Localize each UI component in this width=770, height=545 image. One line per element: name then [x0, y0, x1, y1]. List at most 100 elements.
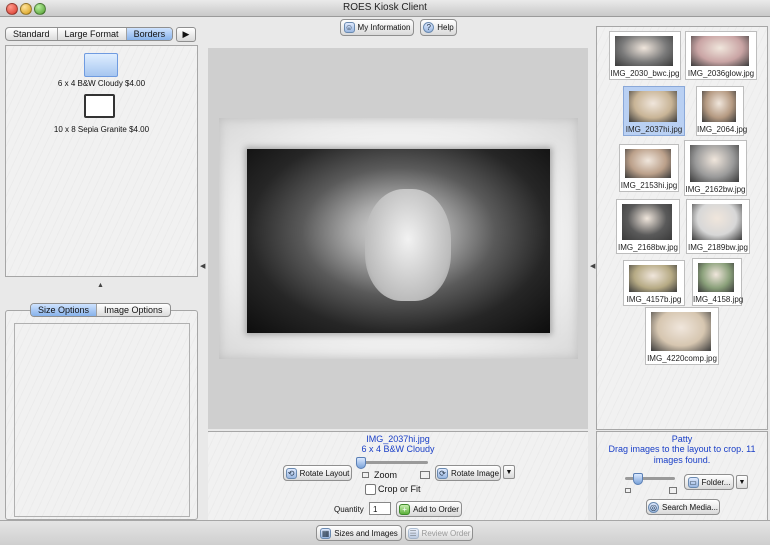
thumbnail-photo — [629, 265, 677, 292]
thumbnail[interactable]: IMG_4157b.jpg — [623, 260, 685, 306]
search-media-icon: ◎ — [647, 501, 659, 513]
print-border-frame — [219, 118, 578, 359]
sizes-and-images-button[interactable]: ▦ Sizes and Images — [316, 525, 402, 541]
thumbnail-photo — [615, 36, 673, 66]
thumbnail-caption: IMG_2162bw.jpg — [685, 185, 746, 194]
thumbnail[interactable]: IMG_4158.jpg — [692, 258, 744, 306]
portrait-face — [365, 189, 451, 301]
rotate-image-button[interactable]: ⟳ Rotate Image — [435, 465, 501, 481]
thumbnail[interactable]: IMG_4220comp.jpg — [645, 307, 719, 365]
thumbnail-photo — [629, 91, 677, 122]
zoom-slider-thumb[interactable] — [356, 457, 366, 469]
layout-canvas[interactable] — [208, 48, 588, 429]
zoom-slider[interactable] — [358, 461, 428, 464]
options-tabs: Size Options Image Options — [30, 303, 171, 317]
splitter-left-icon[interactable]: ◀ — [200, 262, 205, 270]
preview-product: 6 x 4 B&W Cloudy — [361, 444, 435, 454]
quantity-label: Quantity — [334, 505, 364, 514]
thumbnail[interactable]: IMG_2037hi.jpg — [623, 86, 685, 136]
border-swatch-sepia[interactable] — [84, 94, 115, 118]
folder-dropdown[interactable]: ▼ — [736, 475, 748, 489]
thumbnail-caption: IMG_4157b.jpg — [626, 295, 682, 304]
options-panel — [5, 310, 198, 520]
review-icon: ☰ — [407, 527, 419, 539]
grid-icon: ▦ — [320, 527, 332, 539]
arrow-right-icon: ▶ — [182, 29, 190, 39]
folder-icon: ▭ — [687, 476, 699, 488]
border-label[interactable]: 6 x 4 B&W Cloudy $4.00 — [6, 79, 197, 88]
thumbnail-caption: IMG_2153hi.jpg — [620, 181, 678, 190]
rotate-options-dropdown[interactable]: ▼ — [503, 465, 515, 479]
rotate-image-icon: ⟳ — [436, 467, 448, 479]
crop-or-fit-label: Crop or Fit — [378, 484, 421, 494]
thumbnail-caption: IMG_2037hi.jpg — [625, 125, 683, 134]
thumbnail-slider-thumb[interactable] — [633, 473, 643, 485]
chevron-down-icon: ▼ — [738, 478, 746, 486]
rotate-layout-button[interactable]: ⟲ Rotate Layout — [283, 465, 352, 481]
bottom-bar: ▦ Sizes and Images ☰ Review Order — [0, 520, 770, 545]
controls-panel: IMG_2037hi.jpg 6 x 4 B&W Cloudy ⟲ Rotate… — [208, 431, 588, 520]
borders-list: 6 x 4 B&W Cloudy $4.00 10 x 8 Sepia Gran… — [5, 45, 198, 277]
quantity-input[interactable]: 1 — [369, 502, 391, 515]
browser-message: Drag images to the layout to crop. 11 im… — [608, 444, 756, 465]
tab-standard[interactable]: Standard — [6, 28, 58, 40]
person-icon: ☺ — [343, 22, 355, 33]
thumbnail-photo — [625, 149, 671, 178]
thumbnail[interactable]: IMG_2064.jpg — [696, 86, 748, 136]
tab-size-options[interactable]: Size Options — [31, 304, 98, 316]
small-thumbs-icon[interactable] — [625, 488, 631, 493]
review-order-button[interactable]: ☰ Review Order — [405, 525, 473, 541]
thumbnail-photo — [698, 263, 734, 292]
help-icon: ? — [423, 22, 435, 33]
image-browser: IMG_2030_bwc.jpg IMG_2036glow.jpg IMG_2037… — [596, 26, 768, 430]
thumbnail[interactable]: IMG_2162bw.jpg — [684, 140, 747, 196]
zoom-label: Zoom — [374, 470, 398, 480]
folder-panel: Patty Drag images to the layout to crop.… — [596, 431, 768, 521]
thumbnail[interactable]: IMG_2030_bwc.jpg — [609, 31, 681, 80]
thumbnail[interactable]: IMG_2168bw.jpg — [616, 199, 680, 254]
tab-image-options[interactable]: Image Options — [97, 304, 170, 316]
product-tabs: Standard Large Format Borders — [5, 27, 174, 41]
thumbnail[interactable]: IMG_2189bw.jpg — [686, 199, 750, 254]
title-bar: ROES Kiosk Client — [0, 0, 770, 17]
rotate-layout-icon: ⟲ — [285, 467, 297, 479]
thumbnail-caption: IMG_2064.jpg — [697, 125, 748, 134]
my-information-button[interactable]: ☺ My Information — [340, 19, 414, 36]
add-to-order-button[interactable]: + Add to Order — [396, 501, 462, 517]
search-media-button[interactable]: ◎ Search Media... — [646, 499, 720, 515]
thumbnail[interactable]: IMG_2153hi.jpg — [619, 144, 679, 192]
thumbnail-caption: IMG_4220comp.jpg — [647, 354, 717, 363]
crop-or-fit-checkbox[interactable] — [365, 484, 376, 495]
thumbnail-photo — [622, 204, 672, 240]
thumbnail-photo — [691, 36, 749, 66]
thumbnail-photo — [690, 145, 739, 182]
window-title: ROES Kiosk Client — [343, 2, 427, 13]
chevron-down-icon: ▼ — [505, 468, 513, 476]
thumbnail-caption: IMG_4158.jpg — [693, 295, 744, 304]
thumbnail-caption: IMG_2036glow.jpg — [687, 69, 755, 78]
tab-borders[interactable]: Borders — [126, 28, 173, 40]
zoom-out-icon[interactable] — [362, 472, 369, 478]
folder-name: Patty — [671, 434, 693, 444]
thumbnail[interactable]: IMG_2036glow.jpg — [685, 31, 757, 80]
preview-photo[interactable] — [247, 149, 550, 333]
thumbnail-photo — [702, 91, 736, 122]
thumbnail-caption: IMG_2030_bwc.jpg — [610, 69, 680, 78]
options-content — [14, 323, 190, 517]
thumbnail-photo — [651, 312, 711, 351]
plus-icon: + — [399, 503, 411, 515]
splitter-right-icon[interactable]: ◀ — [590, 262, 595, 270]
zoom-in-icon[interactable] — [420, 471, 430, 479]
thumbnail-caption: IMG_2168bw.jpg — [617, 243, 679, 252]
border-label[interactable]: 10 x 8 Sepia Granite $4.00 — [6, 125, 197, 134]
large-thumbs-icon[interactable] — [669, 487, 677, 494]
thumbnail-caption: IMG_2189bw.jpg — [687, 243, 749, 252]
tab-scroll-right-button[interactable]: ▶ — [176, 27, 196, 42]
border-swatch-cloudy[interactable] — [84, 53, 118, 77]
folder-button[interactable]: ▭ Folder... — [684, 474, 734, 490]
thumbnail-photo — [692, 204, 742, 240]
tab-large-format[interactable]: Large Format — [58, 28, 127, 40]
splitter-up-icon[interactable]: ▲ — [97, 282, 104, 289]
preview-filename: IMG_2037hi.jpg — [366, 434, 430, 444]
help-button[interactable]: ? Help — [420, 19, 457, 36]
